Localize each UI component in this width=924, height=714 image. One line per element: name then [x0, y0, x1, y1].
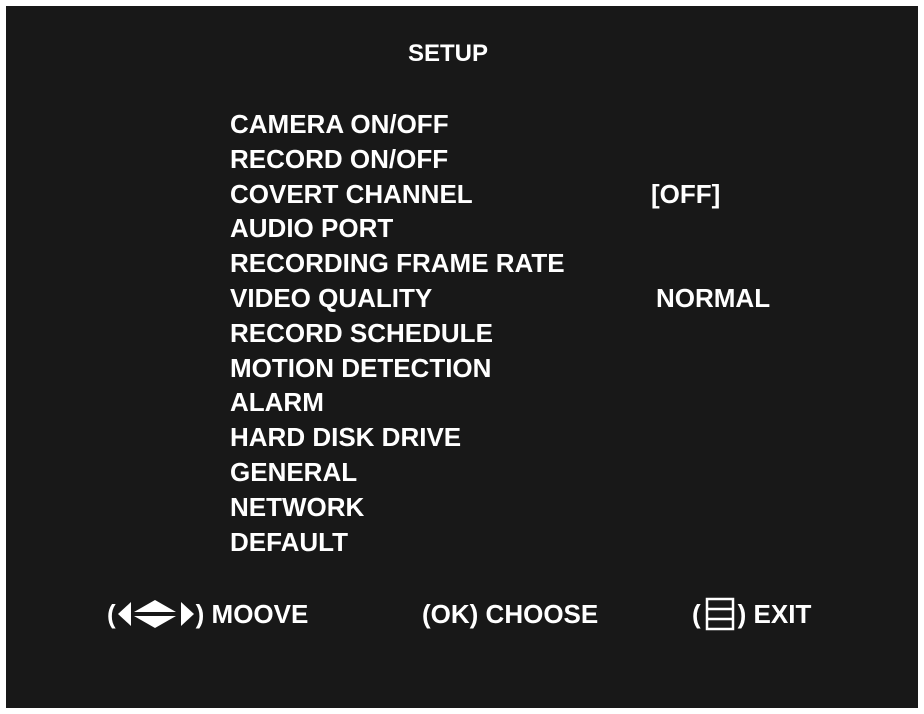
menu-item-alarm[interactable]: ALARM — [230, 385, 870, 420]
menu-item-video-quality[interactable]: VIDEO QUALITY NORMAL — [230, 281, 870, 316]
menu-item-label: NETWORK — [230, 491, 365, 522]
menu-item-label: CAMERA ON/OFF — [230, 109, 449, 139]
move-hint-open-paren: ( — [107, 599, 116, 629]
covert-channel-value[interactable]: [OFF] — [651, 177, 720, 212]
menu-icon — [705, 597, 735, 631]
menu-item-label: HARD DISK DRIVE — [230, 422, 462, 453]
footer-hints: ( ) MOOVE (OK) CHOOSE () EXIT — [6, 594, 918, 634]
menu-item-general[interactable]: GENERAL — [230, 455, 870, 490]
menu-item-record-schedule[interactable]: RECORD SCHEDULE — [230, 316, 870, 351]
menu-item-hard-disk-drive[interactable]: HARD DISK DRIVE — [230, 420, 870, 455]
menu-item-label: RECORD SCHEDULE — [230, 317, 493, 348]
menu-item-record-on-off[interactable]: RECORD ON/OFF — [230, 142, 870, 177]
setup-menu: CAMERA ON/OFF RECORD ON/OFF COVERT CHANN… — [230, 107, 870, 559]
menu-item-network[interactable]: NETWORK — [230, 490, 870, 525]
menu-item-label: RECORDING FRAME RATE — [230, 248, 565, 279]
menu-item-label: ALARM — [230, 387, 324, 418]
menu-item-label: AUDIO PORT — [230, 213, 394, 244]
exit-hint: ( ) EXIT — [692, 594, 811, 634]
arrow-keys-icon — [117, 598, 194, 630]
choose-hint: (OK) CHOOSE — [422, 594, 598, 634]
menu-item-label: GENERAL — [230, 456, 358, 487]
exit-hint-label: ) EXIT — [737, 599, 812, 629]
setup-screen: SETUP CAMERA ON/OFF RECORD ON/OFF COVERT… — [6, 6, 918, 708]
menu-item-motion-detection[interactable]: MOTION DETECTION — [230, 351, 870, 386]
move-hint-label: ) MOOVE — [195, 599, 309, 629]
choose-hint-label: (OK) CHOOSE — [422, 599, 599, 629]
menu-item-label: MOTION DETECTION — [230, 352, 492, 383]
menu-item-default[interactable]: DEFAULT — [230, 525, 870, 560]
exit-hint-open-paren: ( — [692, 599, 701, 629]
menu-item-label: DEFAULT — [230, 526, 348, 557]
menu-item-covert-channel[interactable]: COVERT CHANNEL [OFF] — [230, 177, 870, 212]
menu-item-audio-port[interactable]: AUDIO PORT — [230, 211, 870, 246]
menu-item-label: VIDEO QUALITY — [230, 282, 433, 313]
video-quality-value[interactable]: NORMAL — [656, 281, 770, 316]
menu-item-label: COVERT CHANNEL — [230, 178, 473, 209]
move-hint: ( ) MOOVE — [107, 594, 308, 634]
menu-item-label: RECORD ON/OFF — [230, 143, 449, 174]
page-title: SETUP — [407, 40, 488, 67]
menu-item-camera-on-off[interactable]: CAMERA ON/OFF — [230, 107, 870, 142]
menu-item-recording-frame-rate[interactable]: RECORDING FRAME RATE — [230, 246, 870, 281]
